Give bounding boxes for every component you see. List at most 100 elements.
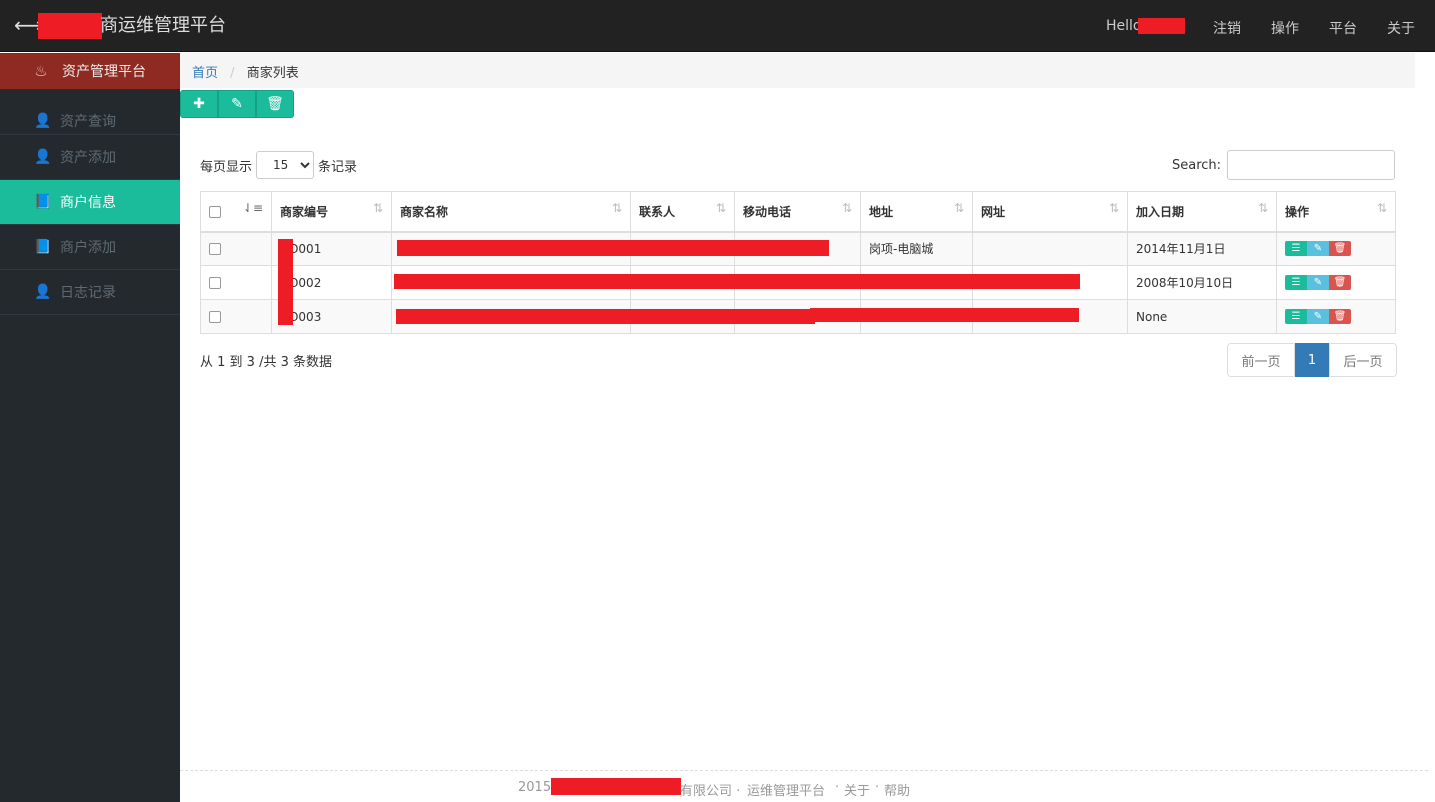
column-header[interactable]: 操作 ⇅ <box>1276 191 1396 233</box>
redacted-block <box>394 274 1080 289</box>
column-header-label: 联系人 <box>639 204 676 219</box>
column-header[interactable]: 网址 ⇅ <box>972 191 1128 233</box>
column-header-label: 商家编号 <box>280 204 329 219</box>
sort-asc-icon[interactable]: ⇃≡ <box>243 201 263 215</box>
column-header[interactable]: 联系人 ⇅ <box>630 191 735 233</box>
sort-icon[interactable]: ⇅ <box>612 201 622 215</box>
edit-button[interactable]: ✎ <box>218 90 256 118</box>
nav-about[interactable]: 关于 <box>1387 18 1415 38</box>
column-header-label: 操作 <box>1285 204 1310 219</box>
table-info: 从 1 到 3 /共 3 条数据 <box>200 355 332 370</box>
row-checkbox[interactable] <box>209 277 221 289</box>
list-icon[interactable]: ☰ <box>1285 309 1307 324</box>
footer: 2015 有限公司 · 运维管理平台 · 关于 · 帮助 <box>180 770 1428 802</box>
redacted-block <box>278 239 293 325</box>
row-actions: ☰ ✎ 🗑 <box>1285 309 1387 324</box>
column-header[interactable]: 商家名称 ⇅ <box>391 191 631 233</box>
cell-date: None <box>1127 299 1277 334</box>
plus-icon: ✚ <box>193 96 205 112</box>
breadcrumb: 首页 / 商家列表 <box>180 53 1415 88</box>
column-header-label: 加入日期 <box>1136 204 1185 219</box>
select-all-header[interactable]: ⇃≡ <box>200 191 272 233</box>
column-header[interactable]: 加入日期 ⇅ <box>1127 191 1277 233</box>
redacted-block <box>810 308 1079 322</box>
column-header-label: 网址 <box>981 204 1006 219</box>
edit-icon[interactable]: ✎ <box>1307 309 1329 324</box>
sort-icon[interactable]: ⇅ <box>842 201 852 215</box>
column-header-label: 移动电话 <box>743 204 792 219</box>
sort-icon[interactable]: ⇅ <box>1109 201 1119 215</box>
top-navbar: ⟷ 商运维管理平台 Hello 注销 操作 平台 关于 <box>0 0 1435 52</box>
sort-icon[interactable]: ⇅ <box>954 201 964 215</box>
breadcrumb-current: 商家列表 <box>246 66 299 81</box>
nav-platform[interactable]: 平台 <box>1329 18 1357 38</box>
table-header-row: ⇃≡ 商家编号 ⇅ 商家名称 ⇅ 联系人 ⇅ 移动电话 ⇅ 地址 ⇅ 网址 ⇅ 加入日期 ⇅ … <box>200 191 1396 233</box>
column-header[interactable]: 商家编号 ⇅ <box>271 191 392 233</box>
row-actions: ☰ ✎ 🗑 <box>1285 275 1387 290</box>
length-prefix-label: 每页显示 <box>200 159 253 175</box>
trash-icon: 🗑 <box>266 96 284 112</box>
footer-year: 2015 <box>518 780 552 795</box>
breadcrumb-separator: / <box>230 66 235 81</box>
nav-operations[interactable]: 操作 <box>1271 18 1299 38</box>
column-header[interactable]: 地址 ⇅ <box>860 191 973 233</box>
edit-icon: ✎ <box>231 96 243 112</box>
prev-page-button[interactable]: 前一页 <box>1227 343 1295 377</box>
row-checkbox[interactable] <box>209 243 221 256</box>
sidebar-header-label: 资产管理平台 <box>62 64 146 80</box>
sort-icon[interactable]: ⇅ <box>1258 201 1268 215</box>
sidebar-item-asset-query[interactable]: 👤 资产查询 <box>0 89 180 135</box>
row-checkbox[interactable] <box>209 311 221 323</box>
list-icon[interactable]: ☰ <box>1285 241 1307 257</box>
current-page-button[interactable]: 1 <box>1295 343 1329 377</box>
page-length-select[interactable]: 15 <box>256 151 315 179</box>
sort-icon[interactable]: ⇅ <box>716 201 726 215</box>
user-icon: 👤 <box>34 284 52 300</box>
search-control: Search: <box>1172 150 1396 180</box>
redacted-block <box>38 13 102 39</box>
sidebar-item-label: 资产添加 <box>60 150 116 166</box>
trash-icon[interactable]: 🗑 <box>1329 309 1351 324</box>
fire-icon: ♨ <box>34 62 48 80</box>
brand-title[interactable]: 商运维管理平台 <box>100 14 226 38</box>
sidebar-item-asset-add[interactable]: 👤 资产添加 <box>0 135 180 180</box>
sidebar-item-label: 商户信息 <box>60 195 116 211</box>
action-toolbar: ✚ ✎ 🗑 <box>180 90 294 118</box>
trash-icon[interactable]: 🗑 <box>1329 275 1351 290</box>
column-header[interactable]: 移动电话 ⇅ <box>734 191 861 233</box>
user-icon: 👤 <box>34 112 52 129</box>
user-greeting: Hello <box>1106 18 1142 34</box>
footer-about-link[interactable]: 关于 <box>844 780 870 799</box>
sidebar-item-merchant-info[interactable]: 📘 商户信息 <box>0 180 180 225</box>
sort-icon[interactable]: ⇅ <box>373 201 383 215</box>
next-page-button[interactable]: 后一页 <box>1329 343 1397 377</box>
delete-button[interactable]: 🗑 <box>256 90 294 118</box>
list-icon[interactable]: ☰ <box>1285 275 1307 290</box>
edit-icon[interactable]: ✎ <box>1307 275 1329 290</box>
search-label: Search: <box>1172 157 1222 173</box>
column-header-label: 商家名称 <box>400 204 449 219</box>
footer-company: 有限公司 · <box>680 784 741 799</box>
search-input[interactable] <box>1227 150 1396 180</box>
footer-dot: · <box>875 780 880 795</box>
length-suffix-label: 条记录 <box>318 159 358 175</box>
book-icon: 📘 <box>34 194 52 210</box>
sidebar-header[interactable]: ♨ 资产管理平台 <box>0 53 180 89</box>
row-actions: ☰ ✎ 🗑 <box>1285 241 1387 257</box>
page-length-control: 每页显示 15 条记录 <box>200 151 357 179</box>
footer-dot: · <box>835 780 840 795</box>
sidebar-item-merchant-add[interactable]: 📘 商户添加 <box>0 225 180 270</box>
edit-icon[interactable]: ✎ <box>1307 241 1329 257</box>
sidebar-item-label: 资产查询 <box>60 113 116 130</box>
breadcrumb-home-link[interactable]: 首页 <box>192 66 218 81</box>
add-button[interactable]: ✚ <box>180 90 218 118</box>
nav-logout[interactable]: 注销 <box>1213 18 1241 38</box>
footer-platform-link[interactable]: 运维管理平台 <box>747 780 825 799</box>
trash-icon[interactable]: 🗑 <box>1329 241 1351 257</box>
redacted-block <box>551 778 681 795</box>
footer-help-link[interactable]: 帮助 <box>884 780 910 799</box>
sidebar-item-logs[interactable]: 👤 日志记录 <box>0 270 180 315</box>
user-icon: 👤 <box>34 149 52 165</box>
sort-icon[interactable]: ⇅ <box>1377 201 1387 215</box>
select-all-checkbox[interactable] <box>209 205 221 218</box>
